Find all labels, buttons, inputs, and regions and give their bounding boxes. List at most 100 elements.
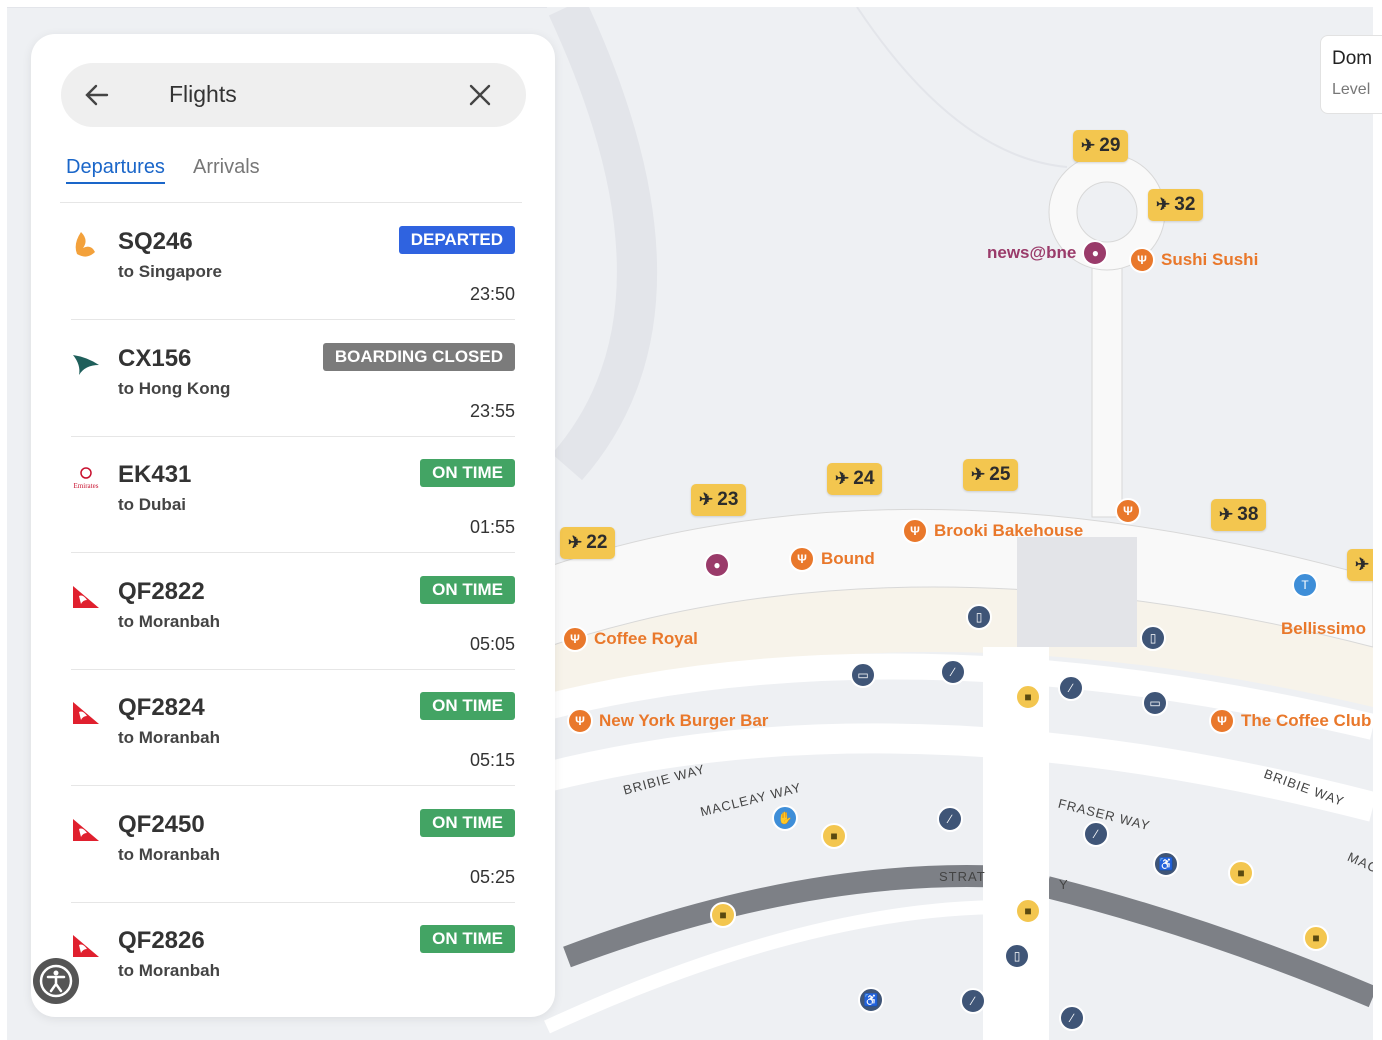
taxi-icon[interactable]: ■ (1228, 860, 1254, 886)
escalator-icon[interactable]: ▭ (850, 662, 876, 688)
flight-row[interactable]: QF2822 to Moranbah ON TIME 05:05 (71, 554, 515, 670)
taxi-icon[interactable]: ■ (710, 902, 736, 928)
taxi-icon[interactable]: ■ (821, 823, 847, 849)
flight-row[interactable]: Emirates EK431 to Dubai ON TIME 01:55 (71, 437, 515, 553)
flight-destination: to Dubai (118, 495, 186, 514)
plane-icon: ✈ (835, 469, 850, 488)
qantas-logo-icon (73, 586, 99, 608)
status-badge: ON TIME (420, 925, 515, 953)
qantas-logo-icon (73, 935, 99, 957)
cathay-pacific-logo-icon (73, 355, 99, 375)
fork-knife-icon: Ψ (789, 546, 815, 572)
flight-destination: to Hong Kong (118, 379, 231, 398)
stairs-icon[interactable]: ∕ (1083, 821, 1109, 847)
gate-23[interactable]: ✈ 23 (691, 484, 747, 516)
flight-time: 05:05 (469, 634, 515, 654)
stairs-icon[interactable]: ∕ (937, 806, 963, 832)
flight-row[interactable]: QF2824 to Moranbah ON TIME 05:15 (71, 670, 515, 786)
search-title: Flights (169, 81, 237, 107)
fork-knife-icon: Ψ (562, 626, 588, 652)
close-icon[interactable] (466, 81, 494, 109)
plane-icon: ✈ (1081, 136, 1096, 155)
elevator-icon[interactable]: ▯ (1140, 625, 1166, 651)
gate-38[interactable]: ✈ 38 (1211, 499, 1267, 531)
accessibility-icon[interactable] (33, 958, 79, 1004)
stairs-icon[interactable]: ∕ (940, 659, 966, 685)
elevator-icon[interactable]: ▯ (1004, 943, 1030, 969)
divider (71, 319, 515, 320)
flight-code: QF2450 (118, 811, 205, 838)
level-card[interactable]: Dom Level (1320, 35, 1382, 114)
gate-partial[interactable]: ✈ (1347, 549, 1373, 581)
flight-row[interactable]: QF2826 to Moranbah ON TIME (71, 903, 515, 1017)
status-badge: DEPARTED (398, 226, 515, 254)
street-y: Y (1059, 877, 1069, 892)
taxi-icon[interactable]: ■ (1015, 684, 1041, 710)
gate-22[interactable]: ✈ 22 (560, 527, 616, 559)
gate-29[interactable]: ✈ 29 (1073, 130, 1129, 162)
flight-time: 23:55 (469, 401, 515, 421)
flight-row[interactable]: QF2450 to Moranbah ON TIME 05:25 (71, 787, 515, 903)
poi-coffee-royal[interactable]: Ψ Coffee Royal (562, 626, 698, 652)
divider (60, 202, 522, 203)
plane-icon: ✈ (1156, 195, 1171, 214)
fork-knife-icon: Ψ (1209, 708, 1235, 734)
flight-time: 05:25 (469, 867, 515, 887)
elevator-icon[interactable]: ▯ (966, 604, 992, 630)
flight-destination: to Moranbah (118, 612, 220, 631)
status-badge: BOARDING CLOSED (322, 343, 515, 371)
flight-row[interactable]: SQ246 to Singapore DEPARTED 23:50 (71, 204, 515, 320)
info-icon[interactable]: T (1292, 572, 1318, 598)
stairs-icon[interactable]: ∕ (1059, 1005, 1085, 1031)
tab-departures[interactable]: Departures (66, 156, 165, 184)
level-card-title: Dom (1332, 48, 1373, 69)
poi-bellissimo[interactable]: Bellissimo (1281, 619, 1366, 639)
poi-news-bne[interactable]: news@bne ● (987, 240, 1109, 266)
qantas-logo-icon (73, 819, 99, 841)
shopping-bag-icon[interactable]: ● (704, 552, 730, 578)
poi-sushi-sushi[interactable]: Ψ Sushi Sushi (1129, 247, 1258, 273)
flight-code: EK431 (118, 461, 192, 488)
tab-arrivals[interactable]: Arrivals (193, 156, 260, 179)
qantas-logo-icon (73, 702, 99, 724)
divider (71, 785, 515, 786)
flight-destination: to Moranbah (118, 845, 220, 864)
taxi-icon[interactable]: ■ (1303, 925, 1329, 951)
flight-destination: to Moranbah (118, 728, 220, 747)
poi-the-coffee-club[interactable]: Ψ The Coffee Club (1209, 708, 1371, 734)
search-bar: Flights (61, 63, 526, 127)
poi-new-york-burger-bar[interactable]: Ψ New York Burger Bar (567, 708, 768, 734)
singapore-airlines-logo-icon (75, 232, 95, 257)
flight-code: QF2824 (118, 694, 205, 721)
plane-icon: ✈ (1219, 505, 1234, 524)
svg-text:Emirates: Emirates (74, 482, 99, 490)
flight-time: 01:55 (469, 517, 515, 537)
poi-bound[interactable]: Ψ Bound (789, 546, 875, 572)
taxi-icon[interactable]: ■ (1015, 898, 1041, 924)
fork-knife-icon: Ψ (567, 708, 593, 734)
flight-row[interactable]: CX156 to Hong Kong BOARDING CLOSED 23:55 (71, 321, 515, 437)
fork-knife-icon: Ψ (1129, 247, 1155, 273)
gate-25[interactable]: ✈ 25 (963, 459, 1019, 491)
shopping-bag-icon: ● (1082, 240, 1109, 266)
emirates-logo-icon: Emirates (74, 467, 99, 490)
accessible-ramp-icon[interactable]: ♿ (1153, 851, 1179, 877)
stairs-icon[interactable]: ∕ (960, 988, 986, 1014)
plane-icon: ✈ (699, 490, 714, 509)
escalator-icon[interactable]: ▭ (1142, 690, 1168, 716)
status-badge: ON TIME (420, 576, 515, 604)
flight-destination: to Moranbah (118, 961, 220, 980)
flight-code: SQ246 (118, 228, 193, 255)
poi-food-unlabeled[interactable]: Ψ (1115, 498, 1141, 524)
flight-code: QF2822 (118, 578, 205, 605)
arrow-left-icon[interactable] (83, 81, 111, 109)
flight-code: CX156 (118, 345, 192, 372)
flight-time: 05:15 (469, 750, 515, 770)
stairs-icon[interactable]: ∕ (1058, 675, 1084, 701)
accessible-ramp-icon[interactable]: ♿ (858, 987, 884, 1013)
poi-brooki-bakehouse[interactable]: Ψ Brooki Bakehouse (902, 518, 1083, 544)
flights-panel: Flights Departures Arrivals SQ246 to Sin… (31, 34, 555, 1017)
gate-32[interactable]: ✈ 32 (1148, 189, 1204, 221)
gate-24[interactable]: ✈ 24 (827, 463, 883, 495)
service-icon[interactable]: ✋ (772, 805, 798, 831)
